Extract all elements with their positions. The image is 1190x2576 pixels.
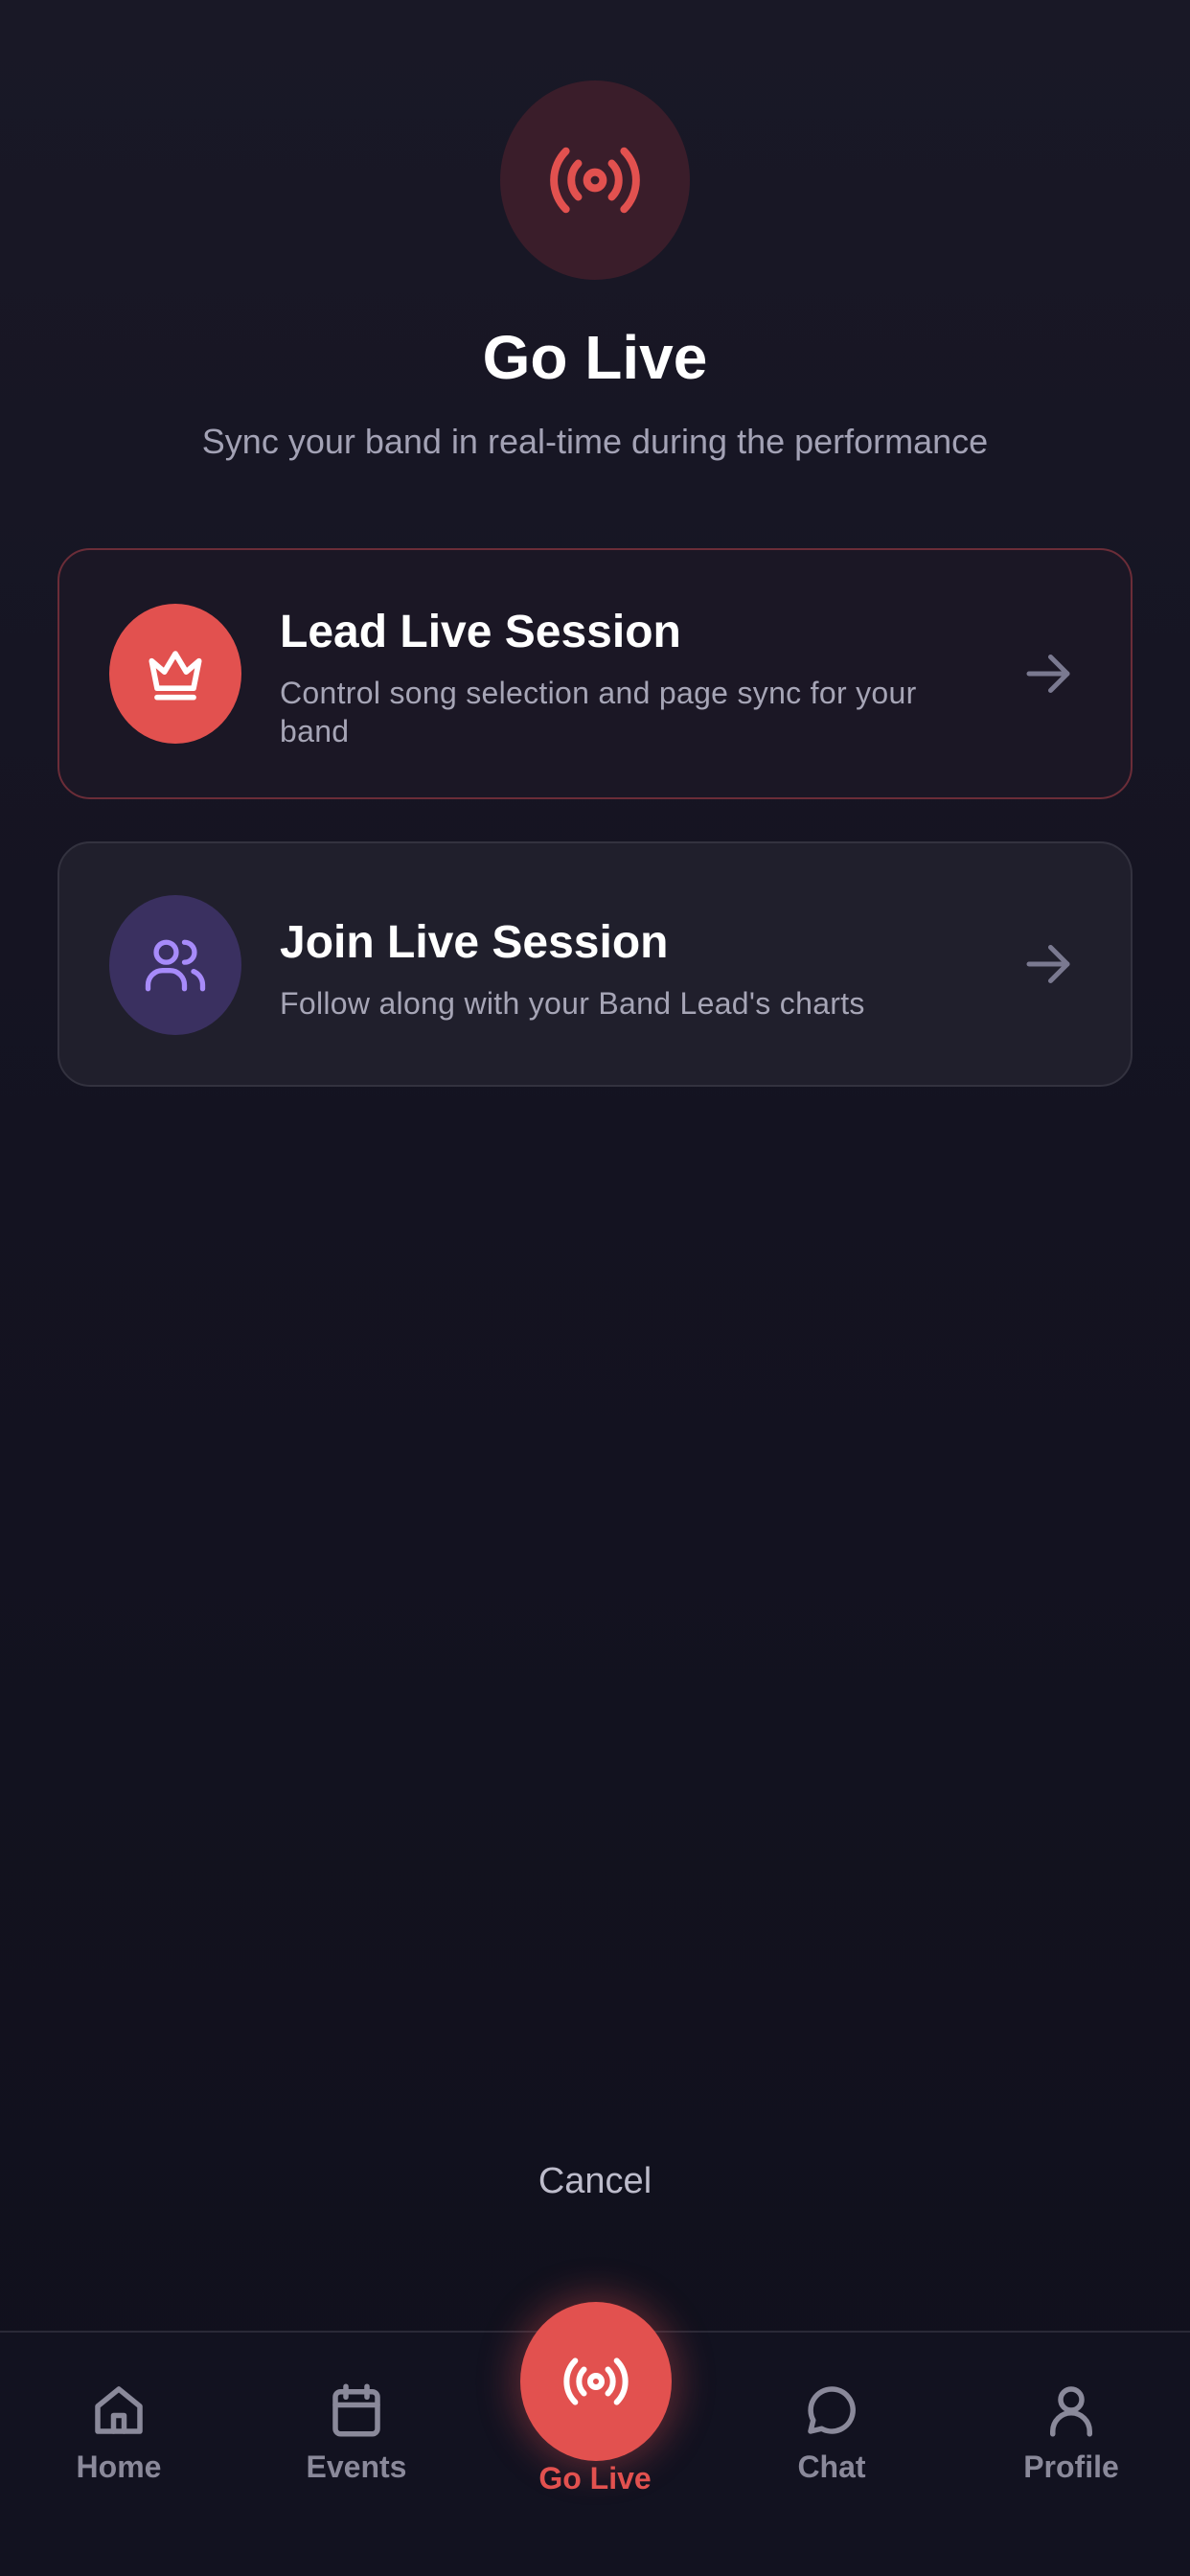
broadcast-icon [563, 2358, 629, 2405]
arrow-right-icon [1026, 655, 1070, 693]
tab-events[interactable]: Events [261, 2379, 452, 2485]
tab-home-label: Home [76, 2450, 162, 2484]
go-live-fab-button[interactable] [520, 2302, 672, 2461]
users-icon [109, 895, 241, 1035]
page-title: Go Live [482, 323, 708, 392]
cancel-button[interactable]: Cancel [0, 2161, 1190, 2202]
tab-home[interactable]: Home [23, 2379, 215, 2485]
tab-profile[interactable]: Profile [975, 2379, 1167, 2485]
join-card-description: Follow along with your Band Lead's chart… [280, 986, 865, 1021]
tab-go-live-label[interactable]: Go Live [499, 2461, 691, 2496]
join-card-title: Join Live Session [280, 917, 669, 968]
tab-chat[interactable]: Chat [736, 2379, 927, 2485]
user-icon [1050, 2386, 1092, 2437]
calendar-icon [332, 2383, 380, 2437]
tab-chat-label: Chat [797, 2450, 866, 2484]
page-subtitle: Sync your band in real-time during the p… [201, 422, 989, 461]
lead-card-description: Control song selection and page sync for… [280, 676, 917, 748]
lead-card-title: Lead Live Session [280, 607, 681, 657]
go-live-screen: Go Live Sync your band in real-time duri… [0, 0, 1190, 2576]
lead-live-session-card[interactable]: Lead Live Session Control song selection… [57, 548, 1133, 799]
chat-bubble-icon [808, 2386, 856, 2434]
join-live-session-card[interactable]: Join Live Session Follow along with your… [57, 841, 1133, 1087]
tab-events-label: Events [306, 2450, 407, 2484]
tab-profile-label: Profile [1023, 2450, 1119, 2484]
broadcast-icon [500, 80, 690, 280]
lead-card-text: Lead Live Session Control song selection… [280, 606, 987, 750]
arrow-right-icon [1026, 945, 1070, 983]
home-icon [95, 2386, 143, 2434]
crown-icon [109, 604, 241, 744]
join-card-text: Join Live Session Follow along with your… [280, 916, 987, 1023]
